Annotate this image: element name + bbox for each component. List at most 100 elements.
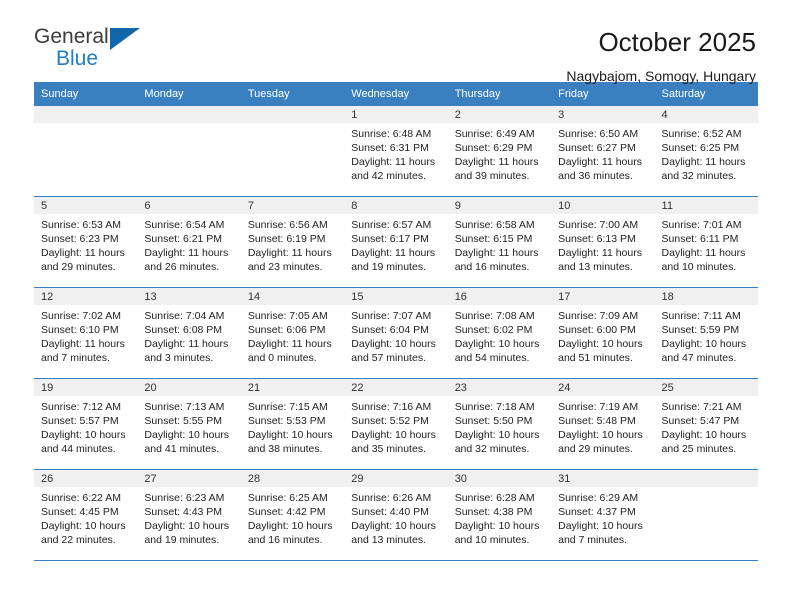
day-detail-sunset: Sunset: 6:11 PM	[661, 233, 739, 245]
page-subtitle: Nagybajom, Somogy, Hungary	[566, 67, 756, 84]
calendar-cell-day[interactable]: 31 Sunrise: 6:29 AM Sunset: 4:37 PM Dayligh…	[551, 469, 655, 561]
calendar-cell-inner: 3 Sunrise: 6:50 AM Sunset: 6:27 PM Daylight…	[551, 106, 655, 196]
day-details: Sunrise: 7:04 AM Sunset: 6:08 PM Daylight:…	[137, 305, 240, 365]
day-detail-sunset: Sunset: 5:47 PM	[661, 415, 740, 427]
calendar-cell-inner: 13 Sunrise: 7:04 AM Sunset: 6:08 PM Dayligh…	[137, 288, 241, 378]
day-detail-daylight-1: Daylight: 10 hours	[144, 429, 230, 441]
calendar-cell-day[interactable]: 13 Sunrise: 7:04 AM Sunset: 6:08 PM Dayligh…	[137, 287, 241, 379]
calendar-cell-day[interactable]: 5 Sunrise: 6:53 AM Sunset: 6:23 PM Daylight…	[34, 196, 138, 288]
calendar-cell-inner: 6 Sunrise: 6:54 AM Sunset: 6:21 PM Daylight…	[137, 197, 241, 287]
day-detail-daylight-1: Daylight: 11 hours	[454, 156, 539, 168]
day-detail-daylight-2: and 13 minutes.	[558, 261, 633, 273]
calendar-cell-day[interactable]: 28 Sunrise: 6:25 AM Sunset: 4:42 PM Dayligh…	[240, 469, 345, 561]
day-detail-daylight-2: and 22 minutes.	[41, 534, 116, 546]
calendar-cell-inner: 27 Sunrise: 6:23 AM Sunset: 4:43 PM Dayligh…	[137, 470, 241, 560]
calendar-cell-day[interactable]: 6 Sunrise: 6:54 AM Sunset: 6:21 PM Daylight…	[137, 196, 241, 288]
day-details: Sunrise: 6:25 AM Sunset: 4:42 PM Daylight:…	[241, 487, 344, 547]
calendar-cell-day[interactable]: 12 Sunrise: 7:02 AM Sunset: 6:10 PM Dayligh…	[34, 287, 138, 379]
day-detail-daylight-1: Daylight: 11 hours	[144, 338, 229, 350]
calendar-cell-inner: 2 Sunrise: 6:49 AM Sunset: 6:29 PM Daylight…	[447, 106, 552, 196]
day-details: Sunrise: 6:56 AM Sunset: 6:19 PM Daylight:…	[241, 214, 344, 274]
day-number: 29	[344, 470, 448, 487]
calendar-week-row: 19 Sunrise: 7:12 AM Sunset: 5:57 PM Dayligh…	[34, 378, 758, 470]
day-number: 28	[240, 470, 345, 487]
calendar-cell-day[interactable]: 3 Sunrise: 6:50 AM Sunset: 6:27 PM Daylight…	[551, 106, 655, 197]
calendar-cell-inner: 24 Sunrise: 7:19 AM Sunset: 5:48 PM Dayligh…	[551, 379, 655, 469]
calendar-cell-day[interactable]: 17 Sunrise: 7:09 AM Sunset: 6:00 PM Dayligh…	[551, 287, 655, 379]
calendar-cell-day[interactable]: 9 Sunrise: 6:58 AM Sunset: 6:15 PM Daylight…	[447, 196, 552, 288]
calendar-cell-day[interactable]: 16 Sunrise: 7:08 AM Sunset: 6:02 PM Dayligh…	[447, 287, 552, 379]
day-detail-daylight-2: and 7 minutes.	[41, 352, 110, 364]
calendar-cell-inner: 12 Sunrise: 7:02 AM Sunset: 6:10 PM Dayligh…	[34, 288, 138, 378]
calendar-cell-day[interactable]: 25 Sunrise: 7:21 AM Sunset: 5:47 PM Dayligh…	[654, 378, 758, 470]
calendar-cell-inner	[654, 470, 758, 560]
calendar-cell-day[interactable]: 7 Sunrise: 6:56 AM Sunset: 6:19 PM Daylight…	[240, 196, 345, 288]
day-number: 12	[34, 288, 138, 305]
calendar-cell-day[interactable]: 21 Sunrise: 7:15 AM Sunset: 5:53 PM Dayligh…	[240, 378, 345, 470]
calendar-cell-day[interactable]: 8 Sunrise: 6:57 AM Sunset: 6:17 PM Daylight…	[344, 196, 448, 288]
day-details: Sunrise: 6:23 AM Sunset: 4:43 PM Daylight:…	[137, 487, 240, 547]
calendar-cell-inner: 5 Sunrise: 6:53 AM Sunset: 6:23 PM Daylight…	[34, 197, 138, 287]
day-detail-daylight-1: Daylight: 10 hours	[41, 429, 126, 441]
calendar-cell-day[interactable]: 14 Sunrise: 7:05 AM Sunset: 6:06 PM Dayligh…	[240, 287, 345, 379]
day-detail-sunset: Sunset: 5:57 PM	[41, 415, 119, 427]
calendar-week-row: 12 Sunrise: 7:02 AM Sunset: 6:10 PM Dayligh…	[34, 287, 758, 379]
day-details: Sunrise: 7:05 AM Sunset: 6:06 PM Daylight:…	[241, 305, 344, 365]
day-detail-daylight-1: Daylight: 11 hours	[247, 247, 332, 259]
calendar-cell-day[interactable]: 4 Sunrise: 6:52 AM Sunset: 6:25 PM Daylight…	[654, 106, 758, 197]
day-detail-sunset: Sunset: 6:25 PM	[661, 142, 740, 154]
calendar-cell-day[interactable]: 10 Sunrise: 7:00 AM Sunset: 6:13 PM Dayligh…	[551, 196, 655, 288]
calendar-cell-inner: 7 Sunrise: 6:56 AM Sunset: 6:19 PM Daylight…	[240, 197, 345, 287]
calendar-cell-day[interactable]: 19 Sunrise: 7:12 AM Sunset: 5:57 PM Dayligh…	[34, 378, 138, 470]
day-details: Sunrise: 7:08 AM Sunset: 6:02 PM Daylight:…	[448, 305, 551, 365]
calendar-cell-day[interactable]: 24 Sunrise: 7:19 AM Sunset: 5:48 PM Dayligh…	[551, 378, 655, 470]
calendar-cell-day[interactable]: 1 Sunrise: 6:48 AM Sunset: 6:31 PM Daylight…	[344, 106, 448, 197]
day-detail-sunrise: Sunrise: 6:28 AM	[454, 492, 535, 504]
calendar-header-row: Sunday Monday Tuesday Wednesday Thursday…	[34, 82, 758, 106]
day-details: Sunrise: 6:53 AM Sunset: 6:23 PM Daylight:…	[34, 214, 137, 274]
calendar-cell-day[interactable]: 23 Sunrise: 7:18 AM Sunset: 5:50 PM Dayligh…	[447, 378, 552, 470]
day-number: 31	[551, 470, 655, 487]
day-detail-daylight-1: Daylight: 11 hours	[661, 247, 746, 259]
day-detail-sunset: Sunset: 4:40 PM	[351, 506, 429, 518]
day-detail-daylight-1: Daylight: 10 hours	[454, 429, 540, 441]
day-detail-sunrise: Sunrise: 7:00 AM	[558, 219, 639, 231]
day-detail-daylight-2: and 16 minutes.	[247, 534, 323, 546]
day-details	[655, 487, 758, 491]
day-detail-daylight-2: and 29 minutes.	[558, 443, 633, 455]
calendar-cell-day[interactable]: 27 Sunrise: 6:23 AM Sunset: 4:43 PM Dayligh…	[137, 469, 241, 561]
calendar-cell-inner: 23 Sunrise: 7:18 AM Sunset: 5:50 PM Dayligh…	[447, 379, 552, 469]
calendar-week-row: 5 Sunrise: 6:53 AM Sunset: 6:23 PM Daylight…	[34, 196, 758, 288]
generalblue-logo[interactable]: General Blue	[34, 26, 154, 76]
day-detail-sunset: Sunset: 4:43 PM	[144, 506, 223, 518]
day-details: Sunrise: 7:12 AM Sunset: 5:57 PM Daylight:…	[34, 396, 137, 456]
calendar-cell-day[interactable]: 29 Sunrise: 6:26 AM Sunset: 4:40 PM Dayligh…	[344, 469, 448, 561]
day-details: Sunrise: 7:19 AM Sunset: 5:48 PM Daylight:…	[551, 396, 654, 456]
day-detail-sunrise: Sunrise: 6:56 AM	[247, 219, 328, 231]
calendar-cell-day[interactable]: 2 Sunrise: 6:49 AM Sunset: 6:29 PM Daylight…	[447, 106, 552, 197]
day-detail-daylight-1: Daylight: 11 hours	[247, 338, 332, 350]
day-number	[137, 106, 241, 123]
day-details: Sunrise: 7:13 AM Sunset: 5:55 PM Daylight:…	[137, 396, 240, 456]
day-detail-sunrise: Sunrise: 7:11 AM	[661, 310, 741, 322]
calendar-cell-day[interactable]: 15 Sunrise: 7:07 AM Sunset: 6:04 PM Dayligh…	[344, 287, 448, 379]
day-detail-sunrise: Sunrise: 7:07 AM	[351, 310, 432, 322]
day-detail-daylight-1: Daylight: 10 hours	[247, 429, 333, 441]
calendar-cell-day[interactable]: 20 Sunrise: 7:13 AM Sunset: 5:55 PM Dayligh…	[137, 378, 241, 470]
calendar-cell-day[interactable]: 11 Sunrise: 7:01 AM Sunset: 6:11 PM Dayligh…	[654, 196, 758, 288]
calendar-cell-inner	[137, 106, 241, 196]
day-detail-sunrise: Sunrise: 7:12 AM	[41, 401, 121, 413]
calendar-week-row: 26 Sunrise: 6:22 AM Sunset: 4:45 PM Dayligh…	[34, 469, 758, 561]
calendar-cell-day[interactable]: 22 Sunrise: 7:16 AM Sunset: 5:52 PM Dayligh…	[344, 378, 448, 470]
day-number: 25	[654, 379, 758, 396]
calendar-cell-day[interactable]: 30 Sunrise: 6:28 AM Sunset: 4:38 PM Dayligh…	[447, 469, 552, 561]
day-detail-sunrise: Sunrise: 7:01 AM	[661, 219, 742, 231]
calendar-cell-inner: 18 Sunrise: 7:11 AM Sunset: 5:59 PM Dayligh…	[654, 288, 758, 378]
calendar-cell-day[interactable]: 18 Sunrise: 7:11 AM Sunset: 5:59 PM Dayligh…	[654, 287, 758, 379]
day-detail-sunset: Sunset: 5:52 PM	[351, 415, 429, 427]
day-detail-sunset: Sunset: 5:50 PM	[454, 415, 533, 427]
day-number: 20	[137, 379, 241, 396]
day-details: Sunrise: 6:58 AM Sunset: 6:15 PM Daylight:…	[448, 214, 551, 274]
day-details: Sunrise: 7:09 AM Sunset: 6:00 PM Daylight:…	[551, 305, 654, 365]
calendar-cell-day[interactable]: 26 Sunrise: 6:22 AM Sunset: 4:45 PM Dayligh…	[34, 469, 138, 561]
